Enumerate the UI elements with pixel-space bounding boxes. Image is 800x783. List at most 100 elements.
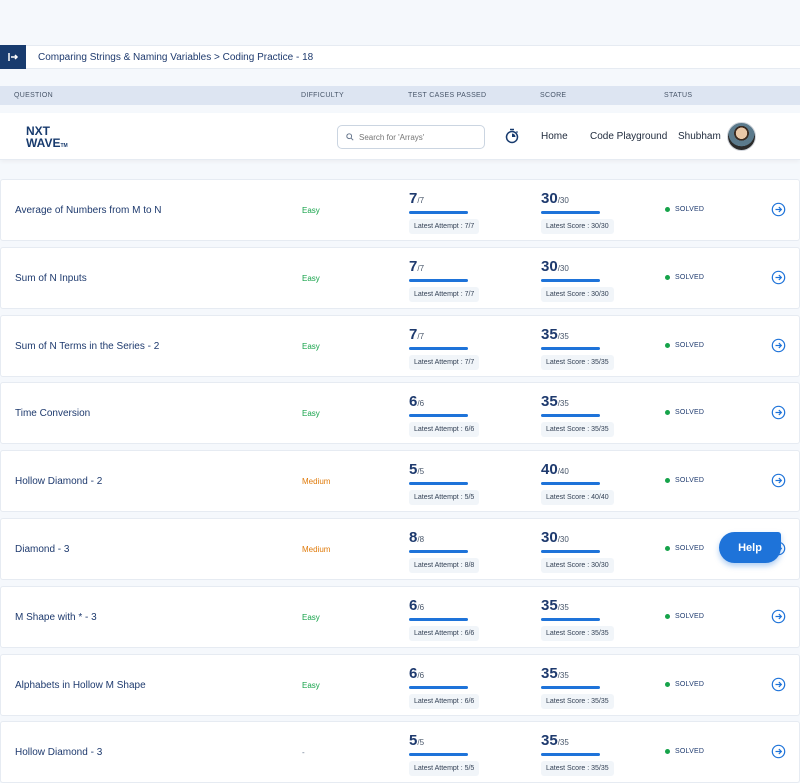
question-title[interactable]: Diamond - 3: [15, 544, 69, 555]
score-progress-bar: [541, 347, 600, 350]
test-cases-metric: 8/8 Latest Attempt : 8/8: [409, 529, 499, 573]
tests-progress-bar: [409, 211, 468, 214]
avatar[interactable]: [727, 122, 756, 151]
score-metric: 30/30 Latest Score : 30/30: [541, 190, 631, 234]
score-total-value: /35: [557, 671, 569, 680]
search-icon: [346, 133, 354, 141]
latest-attempt-badge: Latest Attempt : 6/6: [409, 694, 480, 709]
question-title[interactable]: Sum of N Inputs: [15, 273, 87, 284]
question-title[interactable]: Hollow Diamond - 3: [15, 747, 102, 758]
table-row[interactable]: Alphabets in Hollow M Shape Easy 6/6 Lat…: [0, 654, 800, 716]
question-title[interactable]: Alphabets in Hollow M Shape: [15, 680, 146, 691]
tests-progress-bar: [409, 414, 468, 417]
score-total-value: /30: [557, 264, 569, 273]
table-row[interactable]: Average of Numbers from M to N Easy 7/7 …: [0, 179, 800, 241]
status-text: SOLVED: [675, 748, 705, 755]
status-dot: [665, 749, 670, 754]
arrow-right-circle-icon[interactable]: [771, 202, 786, 217]
column-header-score: SCORE: [540, 92, 567, 99]
score-progress-bar: [541, 686, 600, 689]
status-text: SOLVED: [675, 477, 705, 484]
status-badge: SOLVED: [665, 342, 704, 349]
score-total-value: /35: [557, 332, 569, 341]
latest-score-badge: Latest Score : 40/40: [541, 490, 614, 505]
status-badge: SOLVED: [665, 274, 704, 281]
collapse-sidebar-button[interactable]: [0, 45, 26, 69]
latest-attempt-badge: Latest Attempt : 5/5: [409, 761, 480, 776]
question-title[interactable]: M Shape with * - 3: [15, 612, 97, 623]
tests-total-value: /6: [417, 399, 425, 408]
table-row[interactable]: Time Conversion Easy 6/6 Latest Attempt …: [0, 382, 800, 444]
user-name[interactable]: Shubham: [678, 131, 721, 142]
score-value: 30: [541, 529, 558, 546]
score-value: 30: [541, 258, 558, 275]
latest-score-badge: Latest Score : 35/35: [541, 422, 614, 437]
arrow-right-circle-icon[interactable]: [771, 338, 786, 353]
latest-attempt-badge: Latest Attempt : 8/8: [409, 558, 480, 573]
score-progress-bar: [541, 550, 600, 553]
status-dot: [665, 682, 670, 687]
score-value: 35: [541, 326, 558, 343]
question-title[interactable]: Time Conversion: [15, 408, 90, 419]
column-header-difficulty: DIFFICULTY: [301, 92, 344, 99]
difficulty-label: Easy: [302, 409, 320, 418]
question-title[interactable]: Sum of N Terms in the Series - 2: [15, 341, 159, 352]
tests-total-value: /6: [417, 603, 425, 612]
score-value: 40: [541, 461, 558, 478]
arrow-right-circle-icon[interactable]: [771, 473, 786, 488]
tests-progress-bar: [409, 686, 468, 689]
score-progress-bar: [541, 482, 600, 485]
nav-link-home[interactable]: Home: [541, 131, 568, 142]
table-row[interactable]: Hollow Diamond - 2 Medium 5/5 Latest Att…: [0, 450, 800, 512]
breadcrumb[interactable]: Comparing Strings & Naming Variables > C…: [38, 52, 313, 63]
status-text: SOLVED: [675, 206, 705, 213]
status-text: SOLVED: [675, 681, 705, 688]
table-row[interactable]: Sum of N Terms in the Series - 2 Easy 7/…: [0, 315, 800, 377]
tests-progress-bar: [409, 279, 468, 282]
table-row[interactable]: Sum of N Inputs Easy 7/7 Latest Attempt …: [0, 247, 800, 309]
status-text: SOLVED: [675, 613, 705, 620]
table-row[interactable]: Diamond - 3 Medium 8/8 Latest Attempt : …: [0, 518, 800, 580]
score-value: 35: [541, 732, 558, 749]
search-input[interactable]: [359, 132, 469, 142]
arrow-right-circle-icon[interactable]: [771, 405, 786, 420]
score-progress-bar: [541, 753, 600, 756]
tests-progress-bar: [409, 753, 468, 756]
arrow-right-circle-icon[interactable]: [771, 677, 786, 692]
score-total-value: /35: [557, 399, 569, 408]
status-text: SOLVED: [675, 342, 705, 349]
collapse-sidebar-icon: [8, 53, 19, 61]
status-dot: [665, 410, 670, 415]
status-badge: SOLVED: [665, 613, 704, 620]
table-row[interactable]: Hollow Diamond - 3 - 5/5 Latest Attempt …: [0, 721, 800, 783]
arrow-right-circle-icon[interactable]: [771, 744, 786, 759]
arrow-right-circle-icon[interactable]: [771, 609, 786, 624]
timer-icon[interactable]: [504, 128, 520, 144]
tests-total-value: /7: [417, 332, 425, 341]
status-badge: SOLVED: [665, 681, 704, 688]
latest-attempt-badge: Latest Attempt : 7/7: [409, 287, 480, 302]
nav-link-code-playground[interactable]: Code Playground: [590, 131, 667, 142]
tests-progress-bar: [409, 550, 468, 553]
status-badge: SOLVED: [665, 748, 704, 755]
latest-score-badge: Latest Score : 35/35: [541, 626, 614, 641]
latest-attempt-badge: Latest Attempt : 5/5: [409, 490, 480, 505]
column-header-status: STATUS: [664, 92, 693, 99]
difficulty-label: Medium: [302, 477, 331, 486]
search-box[interactable]: [337, 125, 485, 149]
status-dot: [665, 614, 670, 619]
help-button[interactable]: Help: [719, 532, 781, 563]
score-metric: 35/35 Latest Score : 35/35: [541, 393, 631, 437]
score-total-value: /35: [557, 738, 569, 747]
question-title[interactable]: Hollow Diamond - 2: [15, 476, 102, 487]
tests-total-value: /7: [417, 264, 425, 273]
score-value: 30: [541, 190, 558, 207]
arrow-right-circle-icon[interactable]: [771, 270, 786, 285]
score-value: 35: [541, 393, 558, 410]
question-title[interactable]: Average of Numbers from M to N: [15, 205, 162, 216]
nxtwave-logo[interactable]: NXT WAVETM: [26, 125, 68, 152]
table-row[interactable]: M Shape with * - 3 Easy 6/6 Latest Attem…: [0, 586, 800, 648]
tests-total-value: /7: [417, 196, 425, 205]
status-dot: [665, 207, 670, 212]
tests-total-value: /5: [417, 738, 425, 747]
